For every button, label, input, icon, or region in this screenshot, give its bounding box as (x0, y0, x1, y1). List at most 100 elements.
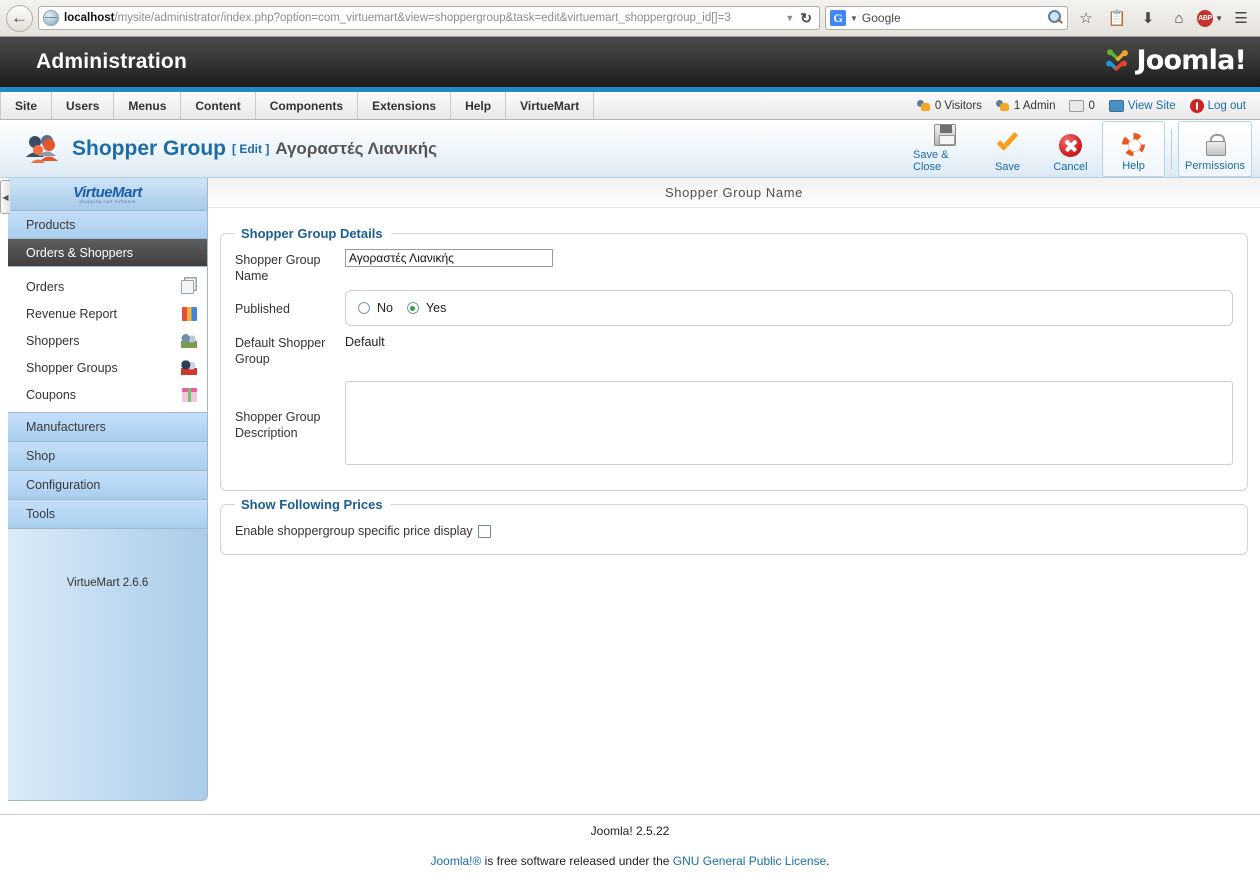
field-row-shopper-group-name: Shopper Group Name (235, 249, 1233, 284)
downloads-icon[interactable]: ⬇ (1135, 5, 1161, 31)
save-button[interactable]: Save (976, 121, 1039, 177)
sidebar-item-shop[interactable]: Shop (8, 442, 207, 471)
menubar-status-area: 0 Visitors 1 Admin 0 View Site Log out (916, 92, 1260, 119)
bookmark-star-icon[interactable]: ☆ (1073, 5, 1099, 31)
field-row-published: Published No Yes (235, 290, 1233, 326)
menu-hamburger-icon[interactable]: ☰ (1228, 5, 1254, 31)
gift-coupon-icon (182, 387, 197, 402)
shopper-group-icon (26, 134, 58, 163)
search-bar[interactable]: G ▼ Google (825, 6, 1068, 30)
joomla-trademark-link[interactable]: Joomla!® (430, 854, 481, 868)
shopper-group-name-label: Shopper Group Name (235, 253, 321, 283)
back-arrow-icon[interactable]: ← (6, 4, 33, 32)
sidebar-item-coupons[interactable]: Coupons (8, 381, 207, 408)
default-shopper-group-value: Default (345, 335, 385, 349)
sidebar-item-products[interactable]: Products (8, 211, 207, 239)
chevron-down-icon[interactable]: ▼ (779, 13, 800, 23)
permissions-button[interactable]: Permissions (1178, 120, 1252, 177)
menu-item-users[interactable]: Users (52, 92, 115, 119)
admin-title: Administration (36, 50, 187, 73)
url-text: localhost/mysite/administrator/index.php… (64, 12, 779, 24)
joomla-brand-text: Joomla! (1136, 45, 1247, 76)
sidebar-item-orders[interactable]: Orders (8, 273, 207, 300)
view-site-label: View Site (1127, 99, 1176, 112)
page-title: Shopper Group (72, 136, 226, 160)
shopper-group-details-panel: Shopper Group Details Shopper Group Name… (220, 226, 1248, 491)
sidebar-item-shoppers[interactable]: Shoppers (8, 327, 207, 354)
menu-item-content[interactable]: Content (181, 92, 256, 119)
menu-item-components[interactable]: Components (256, 92, 359, 119)
reload-icon[interactable]: ↻ (800, 10, 815, 27)
menu-item-site[interactable]: Site (0, 92, 53, 119)
url-host: localhost (64, 12, 115, 24)
url-bar[interactable]: localhost/mysite/administrator/index.php… (38, 6, 820, 30)
visitors-status: 0 Visitors (916, 99, 982, 112)
red-x-circle-icon (1059, 131, 1082, 161)
search-input[interactable]: Google (862, 11, 1047, 25)
published-radio-no-label: No (377, 301, 393, 315)
price-display-checkbox[interactable] (477, 524, 491, 538)
virtuemart-logo: VirtueMart shopping cart software (8, 178, 207, 211)
page-edit-tag: [ Edit ] (232, 141, 270, 156)
main-content: Shopper Group Name Shopper Group Details… (208, 178, 1260, 814)
sidebar-item-tools[interactable]: Tools (8, 500, 207, 529)
page-subject: Αγοραστές Λιανικής (275, 138, 437, 158)
published-radio-no[interactable] (358, 302, 370, 314)
reader-list-icon[interactable]: 📋 (1104, 5, 1130, 31)
sidebar-item-shop-label: Shop (26, 449, 56, 463)
url-path: /mysite/administrator/index.php?option=c… (114, 12, 731, 24)
default-shopper-group-label: Default Shopper Group (235, 336, 326, 366)
page-body: ◀ VirtueMart shopping cart software Prod… (0, 178, 1260, 814)
adblock-icon[interactable]: ABP ▼ (1197, 5, 1223, 31)
cancel-button[interactable]: Cancel (1039, 121, 1102, 177)
sidebar-item-products-label: Products (26, 217, 76, 232)
sidebar-item-orders-and-shoppers[interactable]: Orders & Shoppers (8, 239, 207, 267)
sidebar-item-orders-and-shoppers-label: Orders & Shoppers (26, 245, 133, 260)
sidebar-item-manufacturers[interactable]: Manufacturers (8, 413, 207, 442)
admins-count: 1 Admin (1013, 99, 1056, 112)
field-row-default-shopper-group: Default Shopper Group Default (235, 332, 1233, 367)
form-area: Shopper Group Details Shopper Group Name… (208, 208, 1260, 561)
sidebar-item-revenue-report-label: Revenue Report (26, 306, 118, 321)
browser-chrome: ← localhost/mysite/administrator/index.p… (0, 0, 1260, 37)
menu-item-menus[interactable]: Menus (114, 92, 182, 119)
menu-item-virtuemart[interactable]: VirtueMart (506, 92, 595, 119)
messages-status[interactable]: 0 (1069, 99, 1095, 112)
home-icon[interactable]: ⌂ (1166, 5, 1192, 31)
sidebar-item-tools-label: Tools (26, 507, 56, 521)
orders-icon (181, 279, 194, 294)
logo-tagline: shopping cart software (79, 199, 136, 204)
cancel-label: Cancel (1053, 160, 1088, 173)
sidebar-item-configuration[interactable]: Configuration (8, 471, 207, 500)
checkmark-icon (995, 131, 1021, 161)
shoppers-icon (181, 333, 197, 348)
logout-link[interactable]: Log out (1189, 98, 1246, 113)
footer: Joomla! 2.5.22 Joomla!® is free software… (0, 814, 1260, 868)
logout-label: Log out (1207, 99, 1246, 112)
floppy-disk-icon (933, 121, 956, 149)
sidebar-item-shopper-groups[interactable]: Shopper Groups (8, 354, 207, 381)
menu-item-help[interactable]: Help (451, 92, 507, 119)
sidebar-item-revenue-report[interactable]: Revenue Report (8, 300, 207, 327)
shopper-group-name-input[interactable] (345, 249, 553, 267)
sidebar: ◀ VirtueMart shopping cart software Prod… (0, 178, 208, 801)
admins-status: 1 Admin (995, 99, 1056, 112)
footer-credit-mid: is free software released under the (481, 854, 673, 868)
price-display-label: Enable shoppergroup specific price displ… (235, 524, 473, 538)
collapse-left-icon[interactable]: ◀ (0, 180, 10, 214)
view-site-link[interactable]: View Site (1108, 99, 1176, 112)
admin-menubar: Site Users Menus Content Components Exte… (0, 92, 1260, 120)
shopper-group-description-label: Shopper Group Description (235, 410, 321, 440)
help-label: Help (1122, 159, 1145, 172)
shopper-group-description-textarea[interactable] (345, 381, 1233, 465)
menu-item-extensions[interactable]: Extensions (358, 92, 452, 119)
joomla-mark-icon (1105, 48, 1128, 71)
search-engine-chevron-icon[interactable]: ▼ (846, 14, 862, 23)
magnifier-icon[interactable] (1047, 10, 1063, 26)
published-radio-yes[interactable] (406, 302, 419, 314)
help-button[interactable]: Help (1102, 120, 1165, 177)
gpl-license-link[interactable]: GNU General Public License (673, 854, 826, 868)
published-label: Published (235, 302, 290, 316)
admin-icon (995, 99, 1010, 112)
save-and-close-button[interactable]: Save & Close (913, 121, 976, 177)
